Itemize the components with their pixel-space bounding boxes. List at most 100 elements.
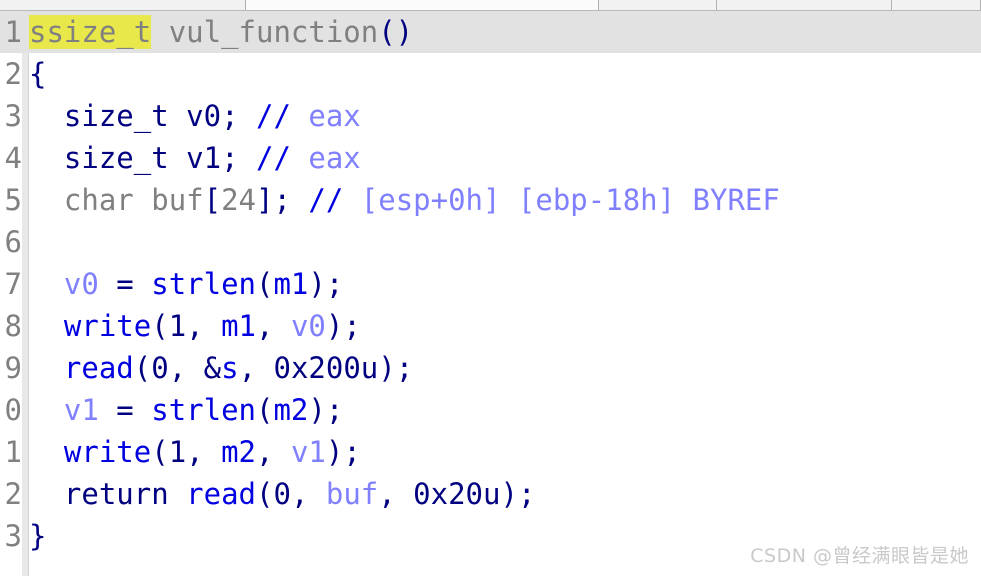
- code-line[interactable]: 3 size_t v0; // eax: [0, 95, 981, 137]
- tab-strip-segment-2[interactable]: [246, 0, 599, 10]
- code-text[interactable]: read(0, &s, 0x200u);: [29, 347, 413, 389]
- code-token: ,: [290, 477, 326, 511]
- code-token: [esp+0h] [ebp-18h] BYREF: [360, 183, 780, 217]
- code-text[interactable]: size_t v1; // eax: [29, 137, 361, 179]
- line-number: 6: [4, 225, 22, 259]
- code-token: =: [98, 393, 152, 427]
- code-token: );: [500, 477, 536, 511]
- code-token: v0: [63, 267, 99, 301]
- code-line[interactable]: 0 v1 = strlen(m2);: [0, 389, 981, 431]
- code-token: {: [29, 57, 47, 91]
- code-token: ,: [256, 435, 291, 469]
- code-token: //: [256, 99, 291, 133]
- code-token: buf: [151, 183, 204, 217]
- code-text[interactable]: return read(0, buf, 0x20u);: [29, 473, 535, 515]
- code-token: m1: [221, 309, 257, 343]
- code-token: read: [63, 351, 134, 385]
- code-token: v1: [63, 393, 99, 427]
- code-token: strlen: [151, 393, 256, 427]
- code-token: (: [256, 477, 274, 511]
- code-token: (: [133, 351, 152, 385]
- code-token: ,: [378, 477, 414, 511]
- code-token: //: [256, 141, 291, 175]
- decompiler-code-view[interactable]: 1 ssize_t vul_function() 2{3 size_t v0; //…: [0, 11, 981, 576]
- code-token: size_t: [63, 141, 169, 175]
- code-token: buf: [325, 477, 379, 511]
- code-token: char: [63, 183, 134, 217]
- code-text[interactable]: {: [29, 53, 46, 95]
- code-token: 0x200u: [273, 351, 379, 385]
- code-token: ,: [168, 351, 204, 385]
- line-number: 1: [4, 15, 22, 49]
- tab-strip-segment-3[interactable]: [599, 0, 717, 10]
- tab-strip-segment-5[interactable]: [892, 0, 981, 10]
- code-token: );: [308, 267, 344, 301]
- code-token: read: [186, 477, 256, 511]
- code-text[interactable]: size_t v0; // eax: [29, 95, 361, 137]
- code-token: size_t: [63, 99, 169, 133]
- code-token: v0: [290, 309, 326, 343]
- code-token: vul_function: [168, 15, 379, 49]
- line-number: 3: [4, 99, 22, 133]
- code-token: 0: [273, 477, 291, 511]
- code-text[interactable]: ssize_t vul_function(): [29, 11, 413, 53]
- code-token: (: [256, 267, 274, 301]
- window-tab-strip[interactable]: [0, 0, 981, 11]
- line-number: 4: [4, 141, 22, 175]
- code-token: ;: [221, 141, 256, 175]
- tab-strip-segment-1[interactable]: [0, 0, 246, 10]
- code-token: 0: [151, 351, 169, 385]
- code-token: return: [63, 477, 169, 511]
- code-token: =: [98, 267, 152, 301]
- code-line[interactable]: 9 read(0, &s, 0x200u);: [0, 347, 981, 389]
- code-line[interactable]: 4 size_t v1; // eax: [0, 137, 981, 179]
- code-line[interactable]: 2 return read(0, buf, 0x20u);: [0, 473, 981, 515]
- code-token: ,: [256, 309, 291, 343]
- line-number: 2: [4, 477, 22, 511]
- code-line[interactable]: 5 char buf[24]; // [esp+0h] [ebp-18h] BY…: [0, 179, 981, 221]
- code-line[interactable]: 6: [0, 221, 981, 263]
- code-token: 1: [168, 309, 187, 343]
- code-line[interactable]: 2{: [0, 53, 981, 95]
- code-token: strlen: [151, 267, 256, 301]
- code-token: ;: [273, 183, 309, 217]
- code-token: m2: [221, 435, 257, 469]
- code-token: (: [151, 309, 169, 343]
- code-text[interactable]: char buf[24]; // [esp+0h] [ebp-18h] BYRE…: [29, 179, 780, 221]
- code-token: v0: [186, 99, 222, 133]
- code-token: 0x20u: [413, 477, 501, 511]
- code-line[interactable]: 1 ssize_t vul_function(): [0, 11, 981, 53]
- code-line[interactable]: 7 v0 = strlen(m1);: [0, 263, 981, 305]
- tab-strip-segment-4[interactable]: [717, 0, 892, 10]
- code-line[interactable]: 8 write(1, m1, v0);: [0, 305, 981, 347]
- line-number: 8: [4, 309, 22, 343]
- code-token: ;: [221, 99, 256, 133]
- line-number: 9: [4, 351, 22, 385]
- code-text[interactable]: v0 = strlen(m1);: [29, 263, 343, 305]
- code-token: write: [63, 309, 152, 343]
- code-token: 24: [221, 183, 257, 217]
- code-text[interactable]: }: [29, 515, 46, 557]
- code-token: );: [308, 393, 344, 427]
- code-text[interactable]: write(1, m1, v0);: [29, 305, 361, 347]
- code-line[interactable]: 1 write(1, m2, v1);: [0, 431, 981, 473]
- code-token: s: [221, 351, 239, 385]
- line-number: 5: [4, 183, 22, 217]
- line-number: 0: [4, 393, 22, 427]
- code-token: v1: [186, 141, 222, 175]
- code-text[interactable]: write(1, m2, v1);: [29, 431, 361, 473]
- line-number: 2: [4, 57, 22, 91]
- code-text[interactable]: v1 = strlen(m2);: [29, 389, 343, 431]
- line-number: 3: [4, 519, 22, 553]
